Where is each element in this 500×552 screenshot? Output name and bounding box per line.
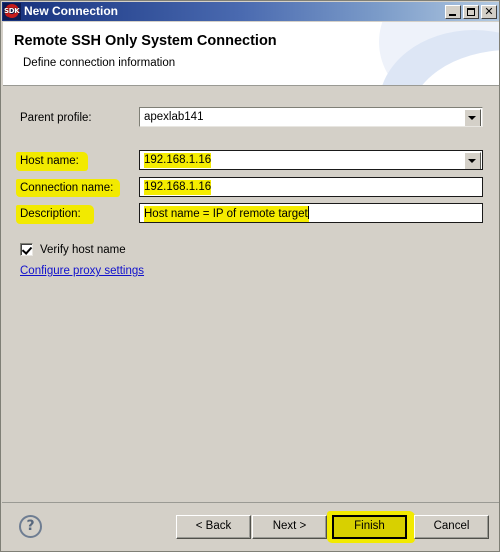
host-name-field-wrap: 192.168.1.16	[139, 150, 483, 170]
parent-profile-value: apexlab141	[144, 111, 204, 123]
minimize-button[interactable]	[445, 4, 461, 19]
connection-name-field-wrap: 192.168.1.16	[139, 177, 483, 197]
host-name-label: Host name:	[20, 155, 79, 167]
title-bar[interactable]: SDK New Connection ✕	[2, 2, 499, 21]
description-value: Host name = IP of remote target	[144, 206, 309, 222]
connection-name-label: Connection name:	[20, 182, 114, 194]
configure-proxy-settings-link[interactable]: Configure proxy settings	[20, 265, 144, 277]
form-row-host-name: Host name: 192.168.1.16	[2, 150, 499, 172]
minimize-icon	[449, 13, 456, 16]
page-title: Remote SSH Only System Connection	[14, 33, 277, 49]
parent-profile-field-wrap: apexlab141	[139, 107, 483, 127]
maximize-button[interactable]	[463, 4, 479, 19]
description-label: Description:	[20, 208, 81, 220]
close-button[interactable]: ✕	[481, 4, 497, 19]
new-connection-dialog: SDK New Connection ✕ Remote SSH Only Sys…	[0, 0, 500, 552]
parent-profile-combobox[interactable]: apexlab141	[139, 107, 483, 127]
dialog-body: Parent profile: apexlab141 Host name: 19…	[2, 87, 499, 502]
next-button[interactable]: Next >	[252, 515, 327, 539]
parent-profile-label: Parent profile:	[20, 112, 92, 124]
back-button[interactable]: < Back	[176, 515, 251, 539]
dialog-footer: ? < Back Next > Finish Cancel	[2, 502, 499, 551]
maximize-icon	[467, 7, 475, 16]
close-icon: ✕	[484, 4, 494, 18]
window-title: New Connection	[24, 4, 119, 18]
form-row-parent-profile: Parent profile: apexlab141	[2, 107, 499, 129]
description-field-wrap: Host name = IP of remote target	[139, 203, 483, 223]
chevron-down-icon[interactable]	[464, 152, 481, 169]
host-name-value: 192.168.1.16	[144, 153, 212, 168]
form-row-connection-name: Connection name: 192.168.1.16	[2, 177, 499, 199]
chevron-down-icon[interactable]	[464, 109, 481, 126]
window-controls: ✕	[445, 4, 497, 19]
wizard-header: Remote SSH Only System Connection Define…	[3, 22, 499, 86]
text-caret	[307, 206, 309, 219]
finish-button[interactable]: Finish	[332, 515, 407, 539]
cancel-button[interactable]: Cancel	[414, 515, 489, 539]
host-name-combobox[interactable]: 192.168.1.16	[139, 150, 483, 170]
description-input[interactable]: Host name = IP of remote target	[139, 203, 483, 223]
form-row-description: Description: Host name = IP of remote ta…	[2, 203, 499, 225]
connection-name-value: 192.168.1.16	[144, 180, 212, 195]
verify-host-name-checkbox[interactable]	[20, 243, 33, 256]
sdk-gear-icon: SDK	[3, 3, 21, 20]
verify-host-name-label: Verify host name	[40, 243, 126, 256]
page-subtitle: Define connection information	[23, 57, 176, 69]
help-icon[interactable]: ?	[19, 515, 42, 538]
connection-name-input[interactable]: 192.168.1.16	[139, 177, 483, 197]
verify-host-name-row[interactable]: Verify host name	[20, 243, 126, 256]
